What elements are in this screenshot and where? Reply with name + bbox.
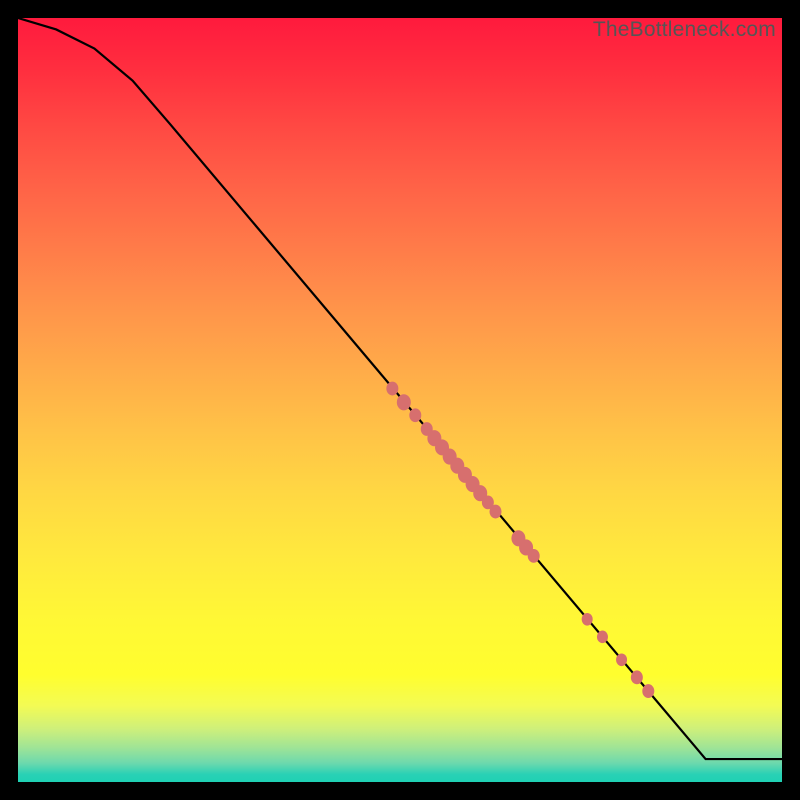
data-point <box>409 408 421 422</box>
data-point <box>528 549 540 563</box>
plot-area: TheBottleneck.com <box>18 18 782 782</box>
data-point <box>386 382 398 396</box>
data-point <box>616 653 627 666</box>
chart-stage: TheBottleneck.com <box>0 0 800 800</box>
data-point <box>397 394 411 410</box>
watermark-label: TheBottleneck.com <box>593 18 776 42</box>
curve-line <box>18 18 782 759</box>
data-point <box>490 505 502 519</box>
data-point <box>642 684 654 698</box>
data-point <box>582 613 593 626</box>
data-point <box>631 670 643 684</box>
data-point <box>597 631 608 644</box>
chart-svg <box>18 18 782 782</box>
